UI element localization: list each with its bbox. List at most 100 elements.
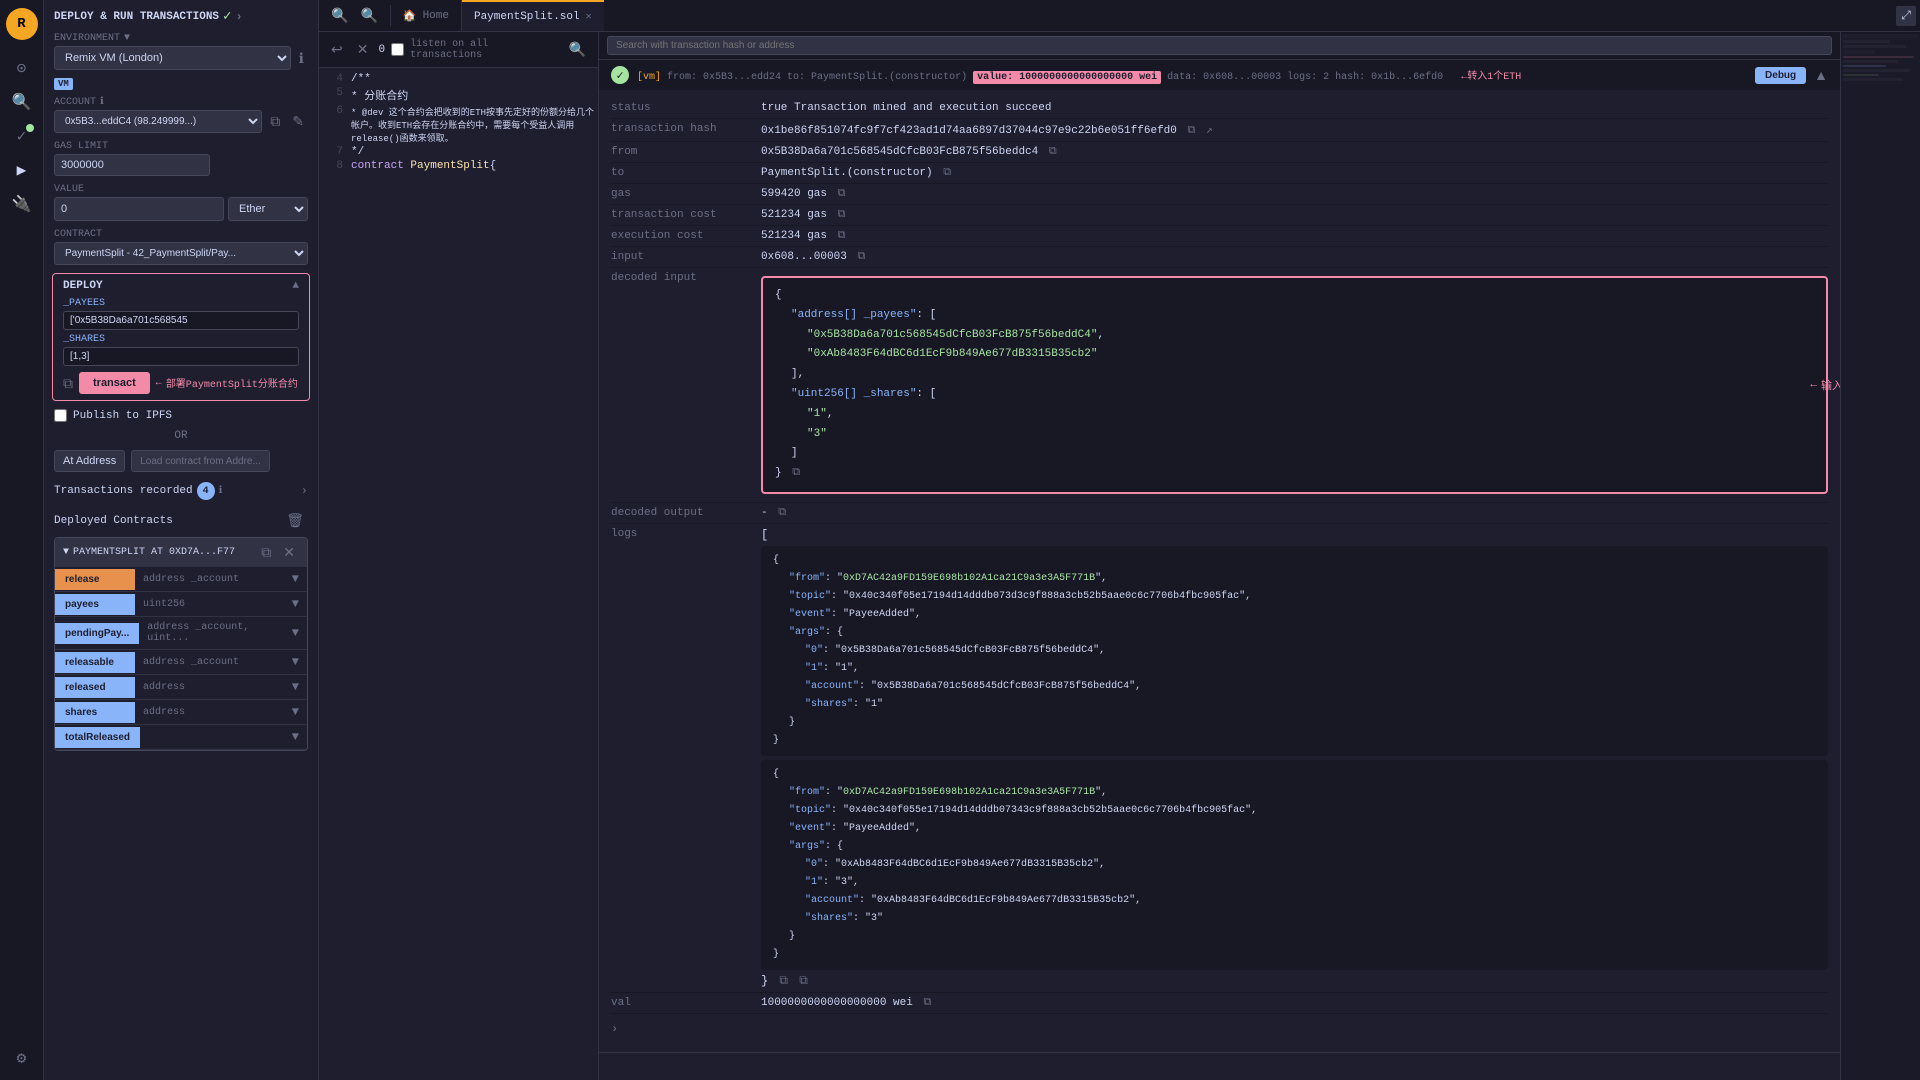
home-icon: 🏠 xyxy=(403,9,417,23)
copy-hash-icon[interactable]: ⧉ xyxy=(1187,125,1195,137)
tx-clear-icon[interactable]: ✕ xyxy=(353,39,373,60)
copy-execcost-icon[interactable]: ⧉ xyxy=(838,230,846,242)
copy-logs-icon2[interactable]: ⧉ xyxy=(799,974,808,988)
publish-ipfs-checkbox[interactable] xyxy=(54,409,67,422)
detail-tx-hash: transaction hash 0x1be86f851074fc9f7cf42… xyxy=(611,119,1828,142)
code-line-4: 4 /** xyxy=(319,72,598,86)
nav-settings[interactable]: ⚙ xyxy=(8,1044,36,1072)
icon-bar: R ⊙ 🔍 ✓ ▶ 🔌 ⚙ xyxy=(0,0,44,1080)
listen-label: listen on all transactions xyxy=(410,39,558,61)
copy-account-icon[interactable]: ⧉ xyxy=(266,111,284,132)
payees-button[interactable]: payees xyxy=(55,594,135,615)
transact-button[interactable]: transact xyxy=(79,372,150,394)
external-hash-icon[interactable]: ↗ xyxy=(1206,125,1213,137)
account-section: ACCOUNT ℹ 0x5B3...eddC4 (98.249999...) ⧉… xyxy=(44,92,318,137)
at-address-row: At Address Load contract from Addre... xyxy=(44,446,318,476)
released-button[interactable]: released xyxy=(55,677,135,698)
value-unit-select[interactable]: Ether Wei Gwei xyxy=(228,197,308,221)
publish-ipfs-row: Publish to IPFS xyxy=(44,405,318,426)
app-logo: R xyxy=(6,8,38,40)
close-contract-icon[interactable]: ✕ xyxy=(279,542,299,563)
tab-close-icon[interactable]: ✕ xyxy=(586,11,592,23)
deploy-annotation: ← 部署PaymentSplit分账合约 xyxy=(156,375,298,391)
copy-decoded-input-icon[interactable]: ⧉ xyxy=(792,467,800,479)
copy-contract-icon[interactable]: ⧉ xyxy=(257,542,275,563)
environment-select[interactable]: Remix VM (London) xyxy=(54,46,291,70)
tx-recorded-expand-icon[interactable]: › xyxy=(301,484,308,498)
tab-home[interactable]: 🏠 Home xyxy=(391,0,462,31)
payees-param: _PAYEES xyxy=(63,298,299,330)
tab-paymentsplit[interactable]: PaymentSplit.sol ✕ xyxy=(462,0,604,31)
copy-logs-icon1[interactable]: ⧉ xyxy=(779,974,788,988)
mini-preview xyxy=(1841,34,1920,1080)
tx-recorded-info-icon[interactable]: ℹ xyxy=(219,485,223,497)
expand-tx-icon[interactable]: › xyxy=(611,1014,1828,1044)
tx-collapse-icon[interactable]: ▲ xyxy=(1814,67,1828,83)
edit-account-icon[interactable]: ✎ xyxy=(288,111,308,132)
release-chevron-icon[interactable]: ▼ xyxy=(284,567,307,591)
deploy-chevron-icon[interactable]: ▲ xyxy=(292,280,299,292)
releasable-chevron-icon[interactable]: ▼ xyxy=(284,650,307,674)
search-left-icon[interactable]: 🔍 xyxy=(327,5,352,26)
nav-file-explorer[interactable]: ⊙ xyxy=(8,54,36,82)
tx-undo-icon[interactable]: ↩ xyxy=(327,39,347,60)
load-contract-button[interactable]: Load contract from Addre... xyxy=(131,450,270,472)
shares-param-input[interactable] xyxy=(63,347,299,366)
env-info-icon[interactable]: ℹ xyxy=(295,48,308,69)
expand-icon[interactable]: › xyxy=(235,10,242,24)
nav-search[interactable]: 🔍 xyxy=(8,88,36,116)
payees-param-input[interactable] xyxy=(63,311,299,330)
account-info-icon[interactable]: ℹ xyxy=(100,96,104,108)
decoded-input-annotation: ← 输入两个受益人地址，份额为 1 和 3 xyxy=(1810,377,1840,393)
search-right-icon[interactable]: 🔍 xyxy=(356,5,381,26)
contract-select[interactable]: PaymentSplit - 42_PaymentSplit/Pay... xyxy=(54,242,308,265)
pendingpay-button[interactable]: pendingPay... xyxy=(55,623,139,644)
release-type: address _account xyxy=(135,569,284,590)
nav-compiler[interactable]: ✓ xyxy=(8,122,36,150)
copy-from-icon[interactable]: ⧉ xyxy=(1049,146,1057,158)
copy-txcost-icon[interactable]: ⧉ xyxy=(838,209,846,221)
copy-to-icon[interactable]: ⧉ xyxy=(943,167,951,179)
copy-gas-icon[interactable]: ⧉ xyxy=(838,188,846,200)
pendingpay-chevron-icon[interactable]: ▼ xyxy=(284,621,307,645)
contract-chevron-icon[interactable]: ▼ xyxy=(63,547,69,558)
code-line-7: 7 */ xyxy=(319,145,598,159)
shares-button[interactable]: shares xyxy=(55,702,135,723)
releasable-button[interactable]: releasable xyxy=(55,652,135,673)
totalreleased-chevron-icon[interactable]: ▼ xyxy=(284,725,307,749)
account-label: ACCOUNT ℹ xyxy=(54,96,308,108)
copy-params-icon[interactable]: ⧉ xyxy=(63,375,73,392)
gas-limit-label: GAS LIMIT xyxy=(54,141,308,152)
gas-limit-input[interactable] xyxy=(54,154,210,176)
deploy-label: DEPLOY xyxy=(63,280,103,292)
tx-search-icon[interactable]: 🔍 xyxy=(565,39,590,60)
account-select[interactable]: 0x5B3...eddC4 (98.249999...) xyxy=(54,110,262,133)
detail-status: status true Transaction mined and execut… xyxy=(611,98,1828,119)
value-amount-input[interactable] xyxy=(54,197,224,221)
listen-checkbox[interactable] xyxy=(391,43,404,56)
totalreleased-button[interactable]: totalReleased xyxy=(55,727,140,748)
code-line-8: 8 contract PaymentSplit{ xyxy=(319,159,598,173)
copy-val-icon[interactable]: ⧉ xyxy=(923,997,931,1009)
contract-section: CONTRACT PaymentSplit - 42_PaymentSplit/… xyxy=(44,225,318,269)
shares-chevron-icon[interactable]: ▼ xyxy=(284,700,307,724)
nav-deploy-run[interactable]: ▶ xyxy=(8,156,36,184)
or-divider: OR xyxy=(44,426,318,446)
copy-input-icon[interactable]: ⧉ xyxy=(857,251,865,263)
payees-chevron-icon[interactable]: ▼ xyxy=(284,592,307,616)
nav-plugins[interactable]: 🔌 xyxy=(8,190,36,218)
release-button[interactable]: release xyxy=(55,569,135,590)
debug-button[interactable]: Debug xyxy=(1755,67,1806,84)
method-shares: shares address ▼ xyxy=(55,700,307,725)
tx-bar: ↩ ✕ 0 listen on all transactions 🔍 xyxy=(319,32,598,68)
delete-deployed-icon[interactable]: 🗑 xyxy=(282,510,308,531)
released-chevron-icon[interactable]: ▼ xyxy=(284,675,307,699)
tx-search-input[interactable] xyxy=(607,36,1832,55)
tab-paymentsplit-label: PaymentSplit.sol xyxy=(474,11,580,23)
tx-detail-panel: ✓ [vm] from: 0x5B3...edd24 to: PaymentSp… xyxy=(599,32,1840,1080)
at-address-button[interactable]: At Address xyxy=(54,450,125,472)
expand-panel-icon[interactable]: ⤢ xyxy=(1896,6,1916,26)
detail-decoded-input: decoded input { "address[] _payees": [ "… xyxy=(611,268,1828,503)
detail-logs: logs [ { "from": "0xD7AC42a9FD159E698b10… xyxy=(611,524,1828,993)
copy-decoded-output-icon[interactable]: ⧉ xyxy=(778,507,786,519)
